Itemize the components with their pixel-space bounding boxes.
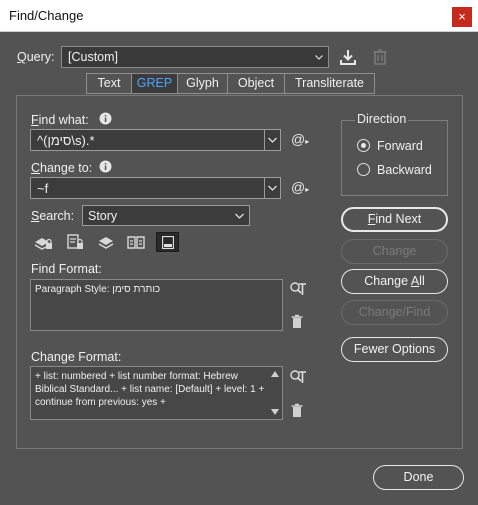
- find-what-label: Find what:: [31, 113, 89, 127]
- include-master-pages-icon[interactable]: [126, 233, 146, 251]
- chevron-down-icon: [235, 213, 244, 219]
- done-button[interactable]: Done: [373, 465, 464, 490]
- tab-transliterate[interactable]: Transliterate: [285, 74, 374, 93]
- chevron-down-icon: [315, 55, 323, 60]
- query-label: Query:: [17, 50, 55, 64]
- forward-radio[interactable]: [357, 139, 370, 152]
- close-button[interactable]: ×: [452, 7, 472, 27]
- include-footnotes-toggle[interactable]: [156, 232, 179, 252]
- find-what-dropdown[interactable]: [264, 129, 281, 151]
- info-icon[interactable]: [99, 112, 112, 125]
- search-label: Search:: [31, 209, 75, 223]
- change-format-box[interactable]: + list: numbered + list number format: H…: [30, 366, 283, 420]
- query-select[interactable]: [Custom]: [61, 46, 329, 68]
- chevron-down-icon: [268, 185, 277, 191]
- specify-find-format-icon[interactable]: [289, 281, 307, 297]
- tab-glyph[interactable]: Glyph: [178, 74, 228, 93]
- change-button[interactable]: Change: [341, 239, 448, 264]
- footnote-icon: [162, 236, 174, 249]
- change-to-label: Change to:: [31, 161, 93, 175]
- include-locked-stories-icon[interactable]: [65, 233, 85, 251]
- clear-find-format-icon[interactable]: [290, 314, 304, 329]
- change-find-button[interactable]: Change/Find: [341, 300, 448, 325]
- backward-label[interactable]: Backward: [377, 163, 432, 177]
- tab-object[interactable]: Object: [228, 74, 285, 93]
- special-characters-icon[interactable]: @▸: [291, 179, 313, 197]
- clear-change-format-icon[interactable]: [290, 403, 304, 418]
- tab-grep[interactable]: GREP: [132, 74, 178, 93]
- query-value: [Custom]: [68, 50, 119, 64]
- forward-label[interactable]: Forward: [377, 139, 423, 153]
- backward-radio[interactable]: [357, 163, 370, 176]
- delete-query-icon[interactable]: [370, 47, 390, 67]
- scroll-up-icon[interactable]: [271, 371, 279, 377]
- find-next-button[interactable]: Find Next: [341, 207, 448, 232]
- specify-change-format-icon[interactable]: [289, 369, 307, 385]
- info-icon[interactable]: [99, 160, 112, 173]
- change-format-text: + list: numbered + list number format: H…: [35, 371, 265, 408]
- tab-text[interactable]: Text: [87, 74, 132, 93]
- tab-bar: Text GREP Glyph Object Transliterate: [86, 73, 375, 94]
- find-what-input[interactable]: ^(סימן\s).*: [30, 129, 265, 151]
- change-to-dropdown[interactable]: [264, 177, 281, 199]
- change-format-label: Change Format:: [31, 350, 122, 364]
- scroll-down-icon[interactable]: [271, 409, 279, 415]
- fewer-options-button[interactable]: Fewer Options: [341, 337, 448, 362]
- save-query-icon[interactable]: [338, 47, 358, 67]
- chevron-down-icon: [268, 137, 277, 143]
- window-title: Find/Change: [9, 8, 84, 23]
- find-format-box[interactable]: Paragraph Style: כותרת סימן: [30, 279, 283, 331]
- direction-group: [341, 120, 448, 196]
- include-locked-layers-icon[interactable]: [33, 233, 53, 251]
- search-value: Story: [88, 209, 118, 223]
- direction-title: Direction: [355, 112, 409, 126]
- change-all-button[interactable]: Change All: [341, 269, 448, 294]
- change-to-input[interactable]: ~f: [30, 177, 265, 199]
- find-format-label: Find Format:: [31, 262, 102, 276]
- include-hidden-layers-icon[interactable]: [96, 233, 116, 251]
- search-select[interactable]: Story: [82, 205, 250, 226]
- special-characters-icon[interactable]: @▸: [291, 131, 313, 149]
- find-format-text: Paragraph Style: כותרת סימן: [35, 284, 161, 295]
